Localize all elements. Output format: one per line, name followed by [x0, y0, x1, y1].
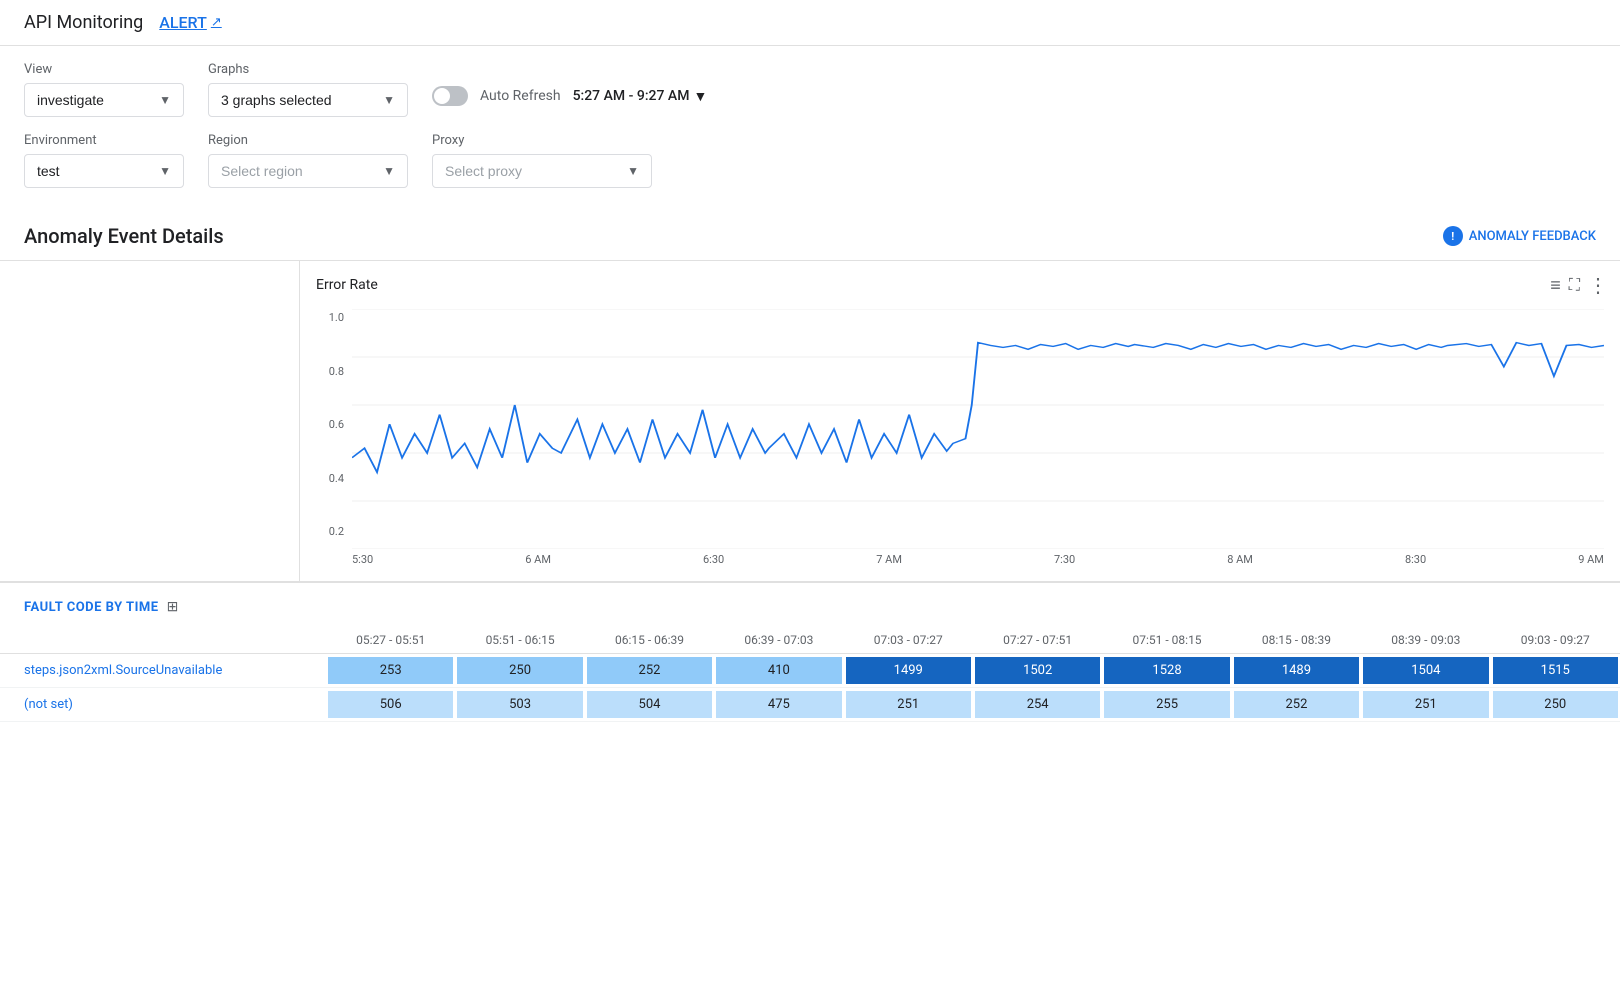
chart-container: Error Rate ≡ ⛶ ⋮ 1.0 0.8 0.6 0.4 0.2 [300, 261, 1620, 581]
page-title: API Monitoring [24, 12, 143, 33]
anomaly-title: Anomaly Event Details [24, 224, 224, 248]
environment-dropdown[interactable]: test ▼ [24, 154, 184, 188]
controls-row-2: Environment test ▼ Region Select region … [24, 133, 1596, 188]
fault-cell: 253 [326, 654, 455, 688]
fault-table-title: FAULT CODE BY TIME [24, 600, 159, 615]
fault-cell: 504 [585, 688, 714, 722]
x-axis: 5:30 6 AM 6:30 7 AM 7:30 8 AM 8:30 9 AM [352, 549, 1604, 566]
region-dropdown[interactable]: Select region ▼ [208, 154, 408, 188]
col-header-8: 08:39 - 09:03 [1361, 627, 1490, 654]
fault-section: FAULT CODE BY TIME ⊞ 05:27 - 05:51 05:51… [0, 582, 1620, 746]
chart-toolbar: ≡ ⛶ ⋮ [1550, 273, 1608, 297]
fault-cell: 252 [1232, 688, 1361, 722]
graphs-control: Graphs 3 graphs selected ▼ [208, 62, 408, 117]
fault-cell: 251 [844, 688, 973, 722]
more-icon[interactable]: ⋮ [1588, 273, 1608, 297]
fault-table-row: steps.json2xml.SourceUnavailable25325025… [0, 654, 1620, 688]
col-header-5: 07:27 - 07:51 [973, 627, 1102, 654]
fault-header: FAULT CODE BY TIME ⊞ [0, 582, 1620, 627]
fault-cell: 1528 [1102, 654, 1231, 688]
y-axis: 1.0 0.8 0.6 0.4 0.2 [316, 309, 352, 566]
anomaly-feedback-button[interactable]: ! ANOMALY FEEDBACK [1443, 226, 1596, 246]
fault-cell: 252 [585, 654, 714, 688]
environment-control: Environment test ▼ [24, 133, 184, 188]
chart-section: Error Rate ≡ ⛶ ⋮ 1.0 0.8 0.6 0.4 0.2 [0, 260, 1620, 582]
fault-cell: 254 [973, 688, 1102, 722]
col-header-3: 06:39 - 07:03 [714, 627, 843, 654]
fault-row-label[interactable]: steps.json2xml.SourceUnavailable [0, 654, 326, 688]
chart-title: Error Rate [316, 277, 378, 293]
export-icon[interactable]: ⊞ [167, 599, 179, 615]
external-link-icon: ↗ [211, 15, 222, 30]
col-header-7: 08:15 - 08:39 [1232, 627, 1361, 654]
col-header-9: 09:03 - 09:27 [1491, 627, 1620, 654]
graphs-chevron-icon: ▼ [383, 93, 395, 107]
proxy-label: Proxy [432, 133, 652, 148]
view-control: View investigate ▼ [24, 62, 184, 117]
proxy-dropdown[interactable]: Select proxy ▼ [432, 154, 652, 188]
fault-cell: 1504 [1361, 654, 1490, 688]
region-control: Region Select region ▼ [208, 133, 408, 188]
col-header-6: 07:51 - 08:15 [1102, 627, 1231, 654]
chart-left-panel [0, 261, 300, 581]
anomaly-header: Anomaly Event Details ! ANOMALY FEEDBACK [0, 212, 1620, 260]
environment-chevron-icon: ▼ [159, 164, 171, 178]
fault-cell: 1502 [973, 654, 1102, 688]
fault-table: 05:27 - 05:51 05:51 - 06:15 06:15 - 06:3… [0, 627, 1620, 722]
col-header-label [0, 627, 326, 654]
view-chevron-icon: ▼ [159, 93, 171, 107]
region-label: Region [208, 133, 408, 148]
graphs-label: Graphs [208, 62, 408, 77]
region-chevron-icon: ▼ [383, 164, 395, 178]
fault-cell: 503 [455, 688, 584, 722]
fault-cell: 251 [1361, 688, 1490, 722]
fault-table-header-row: 05:27 - 05:51 05:51 - 06:15 06:15 - 06:3… [0, 627, 1620, 654]
fault-cell: 1499 [844, 654, 973, 688]
anomaly-feedback-icon: ! [1443, 226, 1463, 246]
proxy-chevron-icon: ▼ [627, 164, 639, 178]
controls-section: View investigate ▼ Graphs 3 graphs selec… [0, 46, 1620, 212]
controls-row-1: View investigate ▼ Graphs 3 graphs selec… [24, 62, 1596, 117]
time-range-chevron-icon: ▼ [693, 88, 707, 105]
fault-cell: 250 [455, 654, 584, 688]
expand-icon[interactable]: ⛶ [1569, 275, 1580, 295]
view-dropdown[interactable]: investigate ▼ [24, 83, 184, 117]
fault-table-row: (not set)506503504475251254255252251250 [0, 688, 1620, 722]
alert-link[interactable]: ALERT ↗ [159, 13, 221, 32]
fault-cell: 1489 [1232, 654, 1361, 688]
legend-icon[interactable]: ≡ [1550, 275, 1561, 296]
fault-cell: 255 [1102, 688, 1231, 722]
col-header-1: 05:51 - 06:15 [455, 627, 584, 654]
page-header: API Monitoring ALERT ↗ [0, 0, 1620, 46]
environment-label: Environment [24, 133, 184, 148]
toggle-knob [434, 88, 450, 104]
view-label: View [24, 62, 184, 77]
proxy-control: Proxy Select proxy ▼ [432, 133, 652, 188]
fault-cell: 410 [714, 654, 843, 688]
col-header-4: 07:03 - 07:27 [844, 627, 973, 654]
auto-refresh-group: Auto Refresh 5:27 AM - 9:27 AM ▼ [432, 86, 707, 106]
col-header-0: 05:27 - 05:51 [326, 627, 455, 654]
fault-cell: 506 [326, 688, 455, 722]
fault-row-label[interactable]: (not set) [0, 688, 326, 722]
chart-svg [352, 309, 1604, 549]
auto-refresh-toggle[interactable] [432, 86, 468, 106]
graphs-dropdown[interactable]: 3 graphs selected ▼ [208, 83, 408, 117]
fault-cell: 250 [1491, 688, 1620, 722]
col-header-2: 06:15 - 06:39 [585, 627, 714, 654]
fault-cell: 475 [714, 688, 843, 722]
auto-refresh-label: Auto Refresh [480, 88, 561, 104]
fault-cell: 1515 [1491, 654, 1620, 688]
time-range-picker[interactable]: 5:27 AM - 9:27 AM ▼ [573, 88, 708, 105]
